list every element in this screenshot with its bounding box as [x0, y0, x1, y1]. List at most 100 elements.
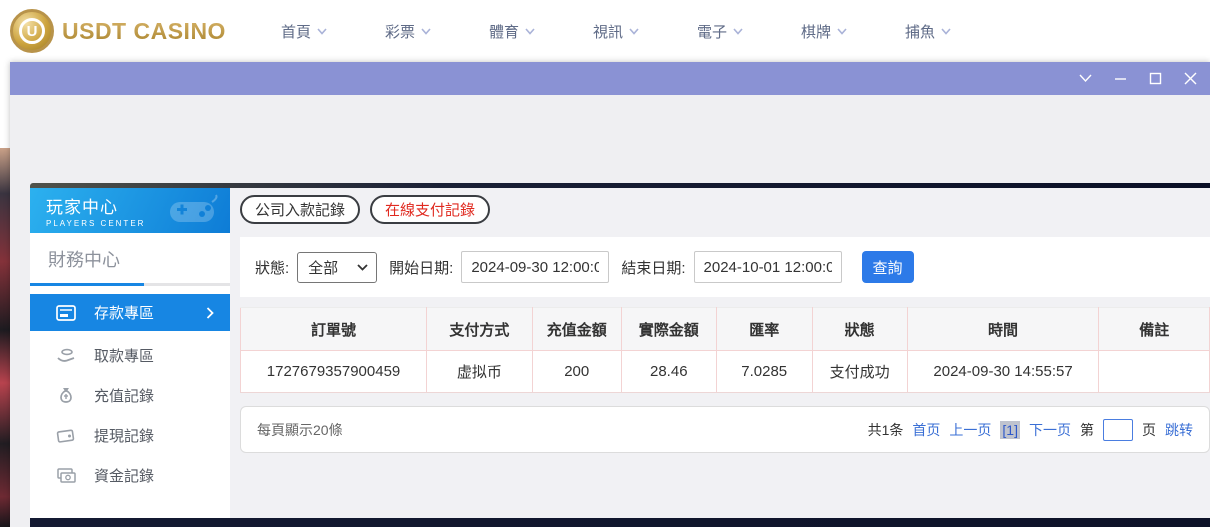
cell-exchange-rate: 7.0285 — [716, 351, 812, 393]
top-navigation: U USDT CASINO 首頁 彩票 體育 視訊 電子 — [0, 0, 1210, 62]
col-actual-amount: 實際金額 — [621, 308, 716, 351]
table-row: 1727679357900459 虚拟币 200 28.46 7.0285 支付… — [241, 351, 1210, 393]
start-date-label: 開始日期: — [389, 257, 453, 278]
gamepad-icon — [168, 194, 220, 228]
pagination-bar: 每頁顯示20條 共1条 首页 上一页 [1] 下一页 第 页 跳转 — [240, 406, 1210, 453]
sidebar-item-label: 充值記錄 — [94, 385, 154, 406]
minimize-icon — [1114, 72, 1127, 85]
col-remark: 備註 — [1099, 308, 1210, 351]
table-header-row: 訂單號 支付方式 充值金額 實際金額 匯率 狀態 時間 備註 — [241, 308, 1210, 351]
chevron-down-icon — [1079, 74, 1092, 83]
chevron-down-icon — [525, 28, 535, 35]
window-close-button[interactable] — [1183, 71, 1198, 86]
nav-item-slots[interactable]: 電子 — [668, 21, 772, 42]
nav-item-label: 體育 — [489, 21, 519, 42]
status-label: 狀態: — [255, 257, 289, 278]
col-payment-method: 支付方式 — [427, 308, 533, 351]
per-page-text: 每頁顯示20條 — [257, 420, 343, 440]
nav-item-sports[interactable]: 體育 — [460, 21, 564, 42]
tab-company-deposit-records[interactable]: 公司入款記錄 — [240, 195, 360, 224]
banknotes-icon — [56, 465, 76, 485]
chevron-down-icon — [357, 264, 368, 271]
search-button[interactable]: 查詢 — [862, 251, 914, 283]
chevron-down-icon — [733, 28, 743, 35]
cell-recharge-amount: 200 — [532, 351, 621, 393]
end-date-input[interactable] — [694, 251, 842, 283]
nav-item-label: 電子 — [697, 21, 727, 42]
chevron-down-icon — [941, 28, 951, 35]
chevron-down-icon — [421, 28, 431, 35]
nav-item-fishing[interactable]: 捕魚 — [876, 21, 980, 42]
start-date-input[interactable] — [461, 251, 609, 283]
site-logo[interactable]: U USDT CASINO — [10, 9, 226, 53]
sidebar-menu: 存款專區 取款專區 充值記錄 — [30, 294, 230, 495]
maximize-icon — [1149, 72, 1162, 85]
cell-time: 2024-09-30 14:55:57 — [907, 351, 1099, 393]
sidebar-item-withdrawal-records[interactable]: 提現記錄 — [30, 415, 230, 455]
prev-page-link[interactable]: 上一页 — [949, 420, 991, 440]
cell-payment-method: 虚拟币 — [427, 351, 533, 393]
filter-bar: 狀態: 全部 開始日期: 結束日期: 查詢 — [240, 237, 1210, 297]
logo-letter: U — [19, 18, 45, 44]
sidebar-item-label: 取款專區 — [94, 345, 154, 366]
sidebar-section-title: 財務中心 — [48, 246, 230, 272]
sidebar-item-label: 資金記錄 — [94, 465, 154, 486]
jump-link[interactable]: 跳转 — [1165, 420, 1193, 440]
sidebar-item-recharge-records[interactable]: 充值記錄 — [30, 375, 230, 415]
window-maximize-button[interactable] — [1148, 71, 1163, 86]
chevron-down-icon — [629, 28, 639, 35]
chevron-down-icon — [837, 28, 847, 35]
sidebar-item-label: 提現記錄 — [94, 425, 154, 446]
money-bag-icon — [56, 385, 76, 405]
cell-order-number: 1727679357900459 — [241, 351, 427, 393]
logo-text: USDT CASINO — [62, 18, 226, 45]
sidebar-divider — [30, 283, 230, 286]
nav-item-label: 首頁 — [281, 21, 311, 42]
col-exchange-rate: 匯率 — [716, 308, 812, 351]
player-center-panel: 玩家中心 PLAYERS CENTER 財務中心 — [30, 183, 1210, 527]
first-page-link[interactable]: 首页 — [912, 420, 940, 440]
page: U USDT CASINO 首頁 彩票 體育 視訊 電子 — [0, 0, 1210, 527]
nav-item-label: 棋牌 — [801, 21, 831, 42]
pagination-controls: 共1条 首页 上一页 [1] 下一页 第 页 跳转 — [868, 419, 1193, 441]
total-count-text: 共1条 — [868, 420, 904, 440]
col-time: 時間 — [907, 308, 1099, 351]
nav-item-lottery[interactable]: 彩票 — [356, 21, 460, 42]
nav-menu: 首頁 彩票 體育 視訊 電子 棋牌 — [252, 0, 980, 62]
nav-item-home[interactable]: 首頁 — [252, 21, 356, 42]
wallet-icon — [56, 425, 76, 445]
page-number-input[interactable] — [1103, 419, 1133, 441]
window-minimize-button[interactable] — [1113, 71, 1128, 86]
nav-item-label: 捕魚 — [905, 21, 935, 42]
page-suffix-text: 页 — [1142, 420, 1156, 440]
sidebar-header: 玩家中心 PLAYERS CENTER — [30, 188, 230, 233]
col-order-number: 訂單號 — [241, 308, 427, 351]
sidebar-item-withdraw-zone[interactable]: 取款專區 — [30, 335, 230, 375]
sidebar-item-label: 存款專區 — [94, 302, 154, 323]
tab-online-payment-records[interactable]: 在線支付記錄 — [370, 195, 490, 224]
col-recharge-amount: 充值金額 — [532, 308, 621, 351]
page-prefix-text: 第 — [1080, 420, 1094, 440]
nav-item-label: 彩票 — [385, 21, 415, 42]
nav-item-board-games[interactable]: 棋牌 — [772, 21, 876, 42]
cell-actual-amount: 28.46 — [621, 351, 716, 393]
nav-item-label: 視訊 — [593, 21, 623, 42]
next-page-link[interactable]: 下一页 — [1029, 420, 1071, 440]
status-select-value: 全部 — [308, 257, 338, 278]
sidebar-item-deposit-zone[interactable]: 存款專區 — [30, 294, 230, 331]
col-status: 狀態 — [812, 308, 907, 351]
sidebar: 玩家中心 PLAYERS CENTER 財務中心 — [30, 188, 230, 518]
sidebar-item-funds-records[interactable]: 資金記錄 — [30, 455, 230, 495]
status-select[interactable]: 全部 — [297, 252, 377, 283]
hand-coin-icon — [56, 345, 76, 365]
main-content: 公司入款記錄 在線支付記錄 狀態: 全部 開始日期: 結束日期: 查詢 — [230, 188, 1210, 518]
window-dropdown-button[interactable] — [1078, 71, 1093, 86]
cell-remark — [1099, 351, 1210, 393]
chevron-down-icon — [317, 28, 327, 35]
close-icon — [1184, 72, 1197, 85]
panel-bottom-edge — [30, 518, 1210, 527]
end-date-label: 結束日期: — [621, 257, 685, 278]
background-photo-strip — [0, 148, 10, 527]
nav-item-live[interactable]: 視訊 — [564, 21, 668, 42]
chevron-right-icon — [206, 307, 214, 319]
